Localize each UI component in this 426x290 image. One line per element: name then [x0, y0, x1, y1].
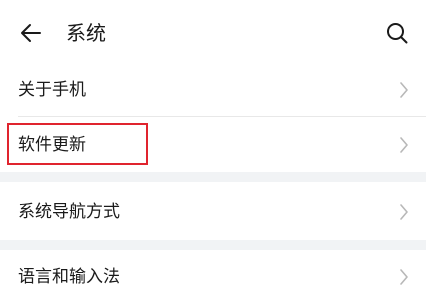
- page-title: 系统: [66, 21, 106, 45]
- settings-item-software-update[interactable]: 软件更新: [0, 117, 426, 172]
- group-separator: [0, 172, 426, 182]
- search-button[interactable]: [380, 16, 414, 50]
- settings-item-label: 软件更新: [18, 135, 86, 155]
- settings-item-label: 语言和输入法: [18, 267, 120, 287]
- settings-item-label: 系统导航方式: [18, 202, 120, 222]
- settings-item-about-phone[interactable]: 关于手机: [0, 64, 426, 116]
- chevron-right-icon: [396, 265, 412, 289]
- top-app-bar: 系统: [0, 0, 426, 64]
- chevron-right-icon: [396, 200, 412, 224]
- settings-item-label: 关于手机: [18, 80, 86, 100]
- settings-item-language-input[interactable]: 语言和输入法: [0, 250, 426, 290]
- settings-item-system-navigation[interactable]: 系统导航方式: [0, 182, 426, 240]
- search-icon: [387, 23, 408, 44]
- chevron-right-icon: [396, 133, 412, 157]
- back-arrow-icon: [21, 24, 41, 42]
- chevron-right-icon: [396, 78, 412, 102]
- group-separator: [0, 240, 426, 250]
- back-button[interactable]: [14, 16, 48, 50]
